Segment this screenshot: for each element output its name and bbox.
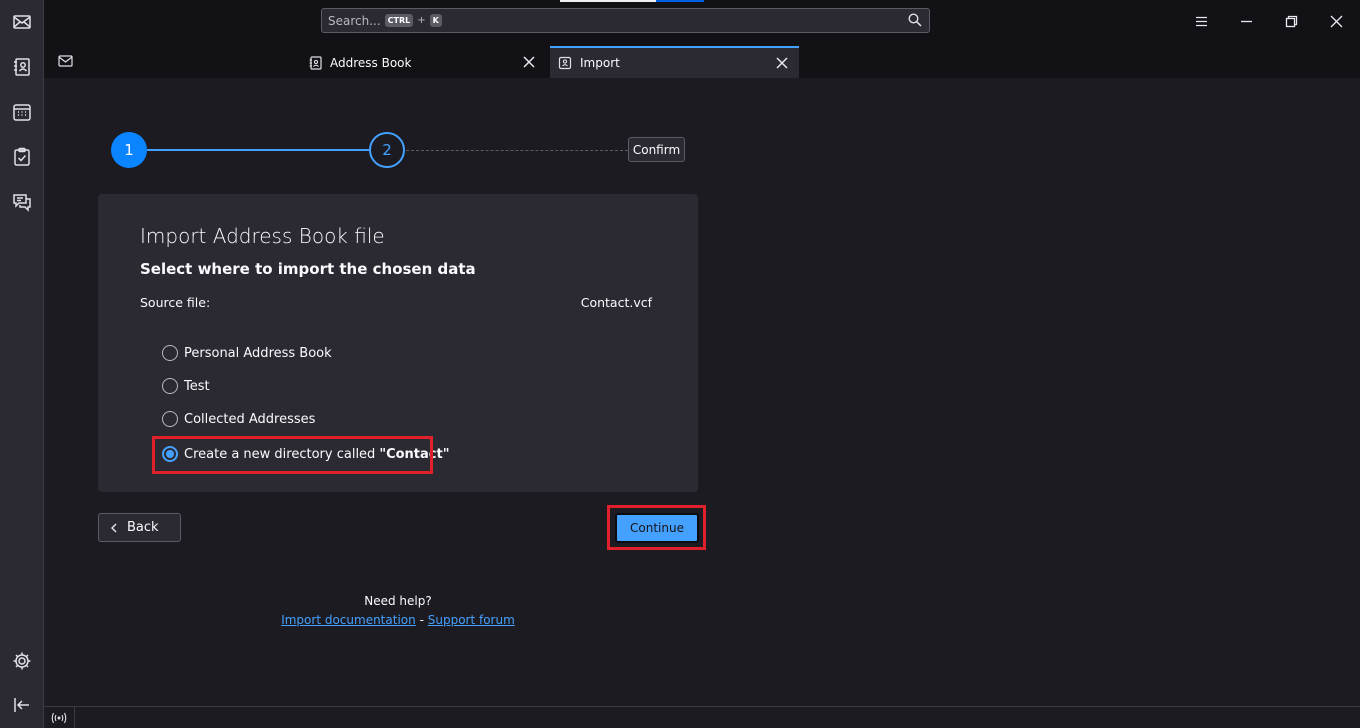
shortcut-key-ctrl: CTRL (384, 14, 414, 27)
help-links: Import documentation - Support forum (44, 613, 752, 627)
import-documentation-link[interactable]: Import documentation (281, 613, 416, 627)
step-2-indicator: 2 (369, 132, 405, 168)
restore-button[interactable] (1282, 12, 1300, 30)
card-title: Import Address Book file (140, 224, 385, 248)
calendar-icon (13, 104, 31, 121)
mail-icon (13, 15, 31, 29)
import-content: 1 2 Confirm Import Address Book file Sel… (44, 78, 1360, 706)
tab-import[interactable]: Import (550, 46, 799, 78)
calendar-space-button[interactable] (9, 99, 35, 125)
import-icon (558, 56, 572, 70)
tab-label: Import (580, 56, 620, 70)
tab-bar: Address Book Import (44, 42, 1360, 78)
title-accent-strip (560, 0, 704, 2)
back-button[interactable]: Back (98, 513, 181, 542)
radio-test[interactable]: Test (162, 378, 210, 394)
tab-label: Address Book (330, 55, 412, 70)
stepper-line-complete (147, 149, 369, 151)
radio-label: Personal Address Book (184, 345, 332, 361)
continue-button[interactable]: Continue (615, 513, 699, 543)
status-separator (74, 707, 75, 728)
minimize-icon (1240, 20, 1252, 22)
search-icon (908, 13, 922, 27)
radio-button[interactable] (162, 345, 178, 361)
online-status-icon[interactable] (50, 710, 68, 726)
chevron-left-icon (111, 523, 117, 532)
chat-space-button[interactable] (9, 189, 35, 215)
close-tab-icon[interactable] (522, 55, 536, 69)
close-tab-icon[interactable] (775, 56, 789, 70)
support-forum-link[interactable]: Support forum (428, 613, 515, 627)
radio-button[interactable] (162, 378, 178, 394)
chat-icon (13, 194, 31, 212)
step-1-indicator: 1 (111, 132, 147, 168)
back-button-label: Back (127, 520, 159, 535)
tasks-space-button[interactable] (9, 144, 35, 170)
tasks-icon (14, 147, 30, 166)
title-bar: Search... CTRL + K (44, 0, 1360, 42)
address-book-icon (14, 58, 30, 76)
gear-icon (13, 652, 31, 670)
collapse-toolbar-button[interactable] (9, 692, 35, 718)
address-book-icon (309, 55, 322, 70)
radio-label: Collected Addresses (184, 411, 316, 427)
collapse-left-icon (14, 698, 29, 712)
address-book-space-button[interactable] (9, 54, 35, 80)
mail-space-button[interactable] (9, 9, 35, 35)
settings-button[interactable] (9, 648, 35, 674)
help-separator: - (419, 613, 424, 627)
radio-collected-addresses[interactable]: Collected Addresses (162, 411, 315, 427)
highlight-new-directory (152, 436, 433, 474)
minimize-button[interactable] (1237, 12, 1255, 30)
close-icon (1330, 15, 1342, 27)
hamburger-menu-icon (1195, 16, 1207, 26)
radio-label: Test (184, 378, 210, 394)
step-confirm-label: Confirm (628, 137, 685, 162)
help-title: Need help? (364, 594, 432, 608)
stepper-line-pending (406, 150, 628, 151)
radio-button[interactable] (162, 411, 178, 427)
restore-icon (1285, 15, 1297, 27)
tab-address-book[interactable]: Address Book (300, 47, 546, 78)
shortcut-key-k: K (429, 14, 442, 27)
mail-tab-icon[interactable] (58, 54, 74, 68)
close-window-button[interactable] (1327, 12, 1345, 30)
spaces-toolbar (0, 0, 44, 728)
status-bar (44, 706, 1360, 728)
shortcut-plus: + (417, 15, 426, 26)
source-file-label: Source file: (140, 295, 211, 310)
source-file-value: Contact.vcf (580, 295, 652, 310)
radio-personal-address-book[interactable]: Personal Address Book (162, 345, 332, 361)
search-placeholder: Search... (328, 13, 381, 28)
card-subtitle: Select where to import the chosen data (140, 260, 476, 278)
global-search-input[interactable]: Search... CTRL + K (321, 8, 930, 33)
app-menu-button[interactable] (1192, 12, 1210, 30)
